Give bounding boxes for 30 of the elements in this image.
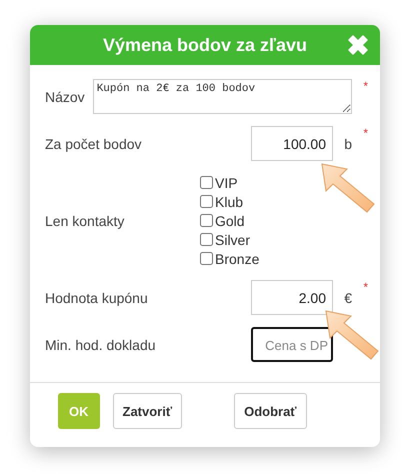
checkbox[interactable]	[200, 195, 213, 208]
number-field[interactable]: 2.00	[251, 280, 333, 315]
required-mark: *	[362, 126, 368, 140]
field-label: Len kontakty	[45, 212, 126, 228]
field-label: Min. hod. dokladu	[45, 336, 157, 352]
checkbox[interactable]	[200, 233, 213, 246]
checkbox-label: Bronze	[215, 250, 260, 266]
checkbox[interactable]	[200, 176, 213, 189]
field-label: Názov	[45, 88, 85, 104]
dialog-title: Výmena bodov za zľavu	[103, 34, 307, 56]
close-button[interactable]	[348, 35, 368, 55]
name-field[interactable]: Kupón na 2€ za 100 bodov	[92, 79, 352, 114]
checkbox-label: Silver	[215, 232, 250, 248]
checkbox-label: VIP	[215, 174, 238, 190]
dialog-button[interactable]: Odobrať	[234, 393, 307, 429]
checkbox[interactable]	[200, 214, 213, 227]
field-label: Hodnota kupónu	[45, 290, 149, 306]
checkbox[interactable]	[200, 252, 213, 265]
unit-label: €	[343, 290, 352, 306]
number-field[interactable]: Cena s DP	[251, 327, 333, 362]
checkbox-label: Klub	[215, 194, 244, 210]
required-mark: *	[362, 280, 368, 294]
required-mark: *	[362, 79, 368, 93]
dialog-button[interactable]: Zatvoriť	[112, 393, 182, 429]
number-field[interactable]: 100.00	[251, 126, 333, 161]
close-icon	[348, 35, 368, 55]
field-label: Za počet bodov	[45, 136, 143, 152]
unit-label: b	[343, 136, 352, 152]
checkbox-label: Gold	[215, 212, 245, 228]
arrow-icon	[321, 163, 375, 213]
